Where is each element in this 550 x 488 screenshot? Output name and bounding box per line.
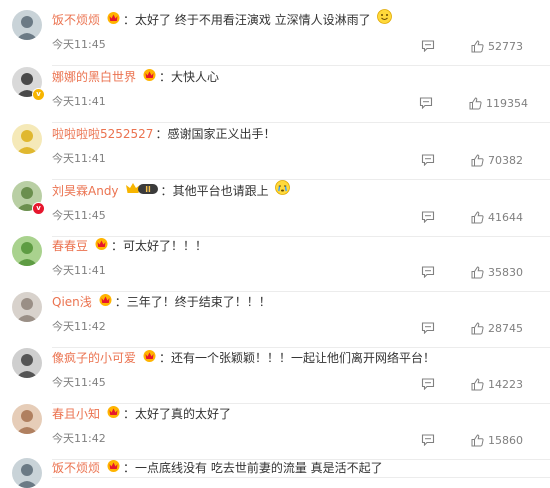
comment-text: 大快人心 [171, 70, 220, 84]
like-count: 41644 [488, 210, 523, 224]
username-link[interactable]: 饭不烦烦 [52, 13, 100, 27]
thumbs-up-icon [469, 96, 486, 110]
comment-text: 还有一个张颖颖！！！一起让他们离开网络平台！ [171, 351, 436, 365]
colon-separator: ： [159, 351, 172, 365]
comment-time: 今天11:42 [52, 320, 106, 333]
verified-badge-icon: v [32, 88, 45, 101]
crown-badge-icon [106, 404, 121, 424]
thumbs-up-icon [471, 39, 488, 53]
comment-item: 啦啦啦啦5252527 ：感谢国家正义出手！ 今天11:41 70382 [0, 124, 550, 180]
comment-item: 春且小知 ：太好了真的太好了今天11:42 15860 [0, 404, 550, 460]
colon-separator: ： [155, 127, 168, 141]
verified-badge-icon: v [32, 202, 45, 215]
comment-text: 太好了真的太好了 [135, 407, 232, 421]
comment-item: 春春豆 ：可太好了！！！ 今天11:41 35830 [0, 236, 550, 292]
avatar[interactable] [12, 404, 42, 434]
username-link[interactable]: 像疯子的小可爱 [52, 351, 136, 365]
thumbs-up-icon [471, 153, 488, 167]
like-button[interactable]: 119354 [469, 97, 528, 110]
crown-badge-icon [106, 10, 121, 30]
username-link[interactable]: Qien浅 [52, 295, 92, 309]
like-count: 28745 [488, 321, 523, 335]
comment-time: 今天11:45 [52, 376, 106, 389]
thumbs-up-icon [471, 321, 488, 335]
crown-badge-icon [142, 348, 157, 368]
colon-separator: ： [123, 407, 136, 421]
comment-item: v 刘昊霖Andy II ：其他平台也请跟上今天11:45 41644 [0, 180, 550, 237]
like-count: 15860 [488, 433, 523, 447]
avatar[interactable] [12, 10, 42, 40]
comment-item: Qien浅 ：三年了！终于结束了！！！ 今天11:42 28745 [0, 292, 550, 348]
avatar[interactable] [12, 124, 42, 154]
colon-separator: ： [111, 239, 124, 253]
comment-item: 饭不烦烦 ：太好了 终于不用看汪演戏 立深情人设淋雨了今天11:45 52773 [0, 9, 550, 66]
comment-time: 今天11:41 [52, 264, 106, 277]
comment-icon[interactable] [421, 266, 435, 279]
comment-text: 可太好了！！！ [123, 239, 208, 253]
avatar[interactable] [12, 348, 42, 378]
smile-emoji-icon [376, 9, 392, 30]
comment-icon[interactable] [421, 211, 435, 224]
comment-time: 今天11:45 [52, 209, 106, 222]
avatar[interactable] [12, 458, 42, 488]
like-count: 52773 [488, 39, 523, 53]
like-button[interactable]: 41644 [471, 211, 528, 224]
like-button[interactable]: 70382 [471, 154, 528, 167]
like-count: 70382 [488, 153, 523, 167]
colon-separator: ： [114, 295, 127, 309]
like-count: 35830 [488, 265, 523, 279]
colon-separator: ： [123, 13, 136, 27]
thumbs-up-icon [471, 265, 488, 279]
avatar[interactable] [12, 236, 42, 266]
comment-icon[interactable] [421, 40, 435, 53]
comment-icon[interactable] [421, 434, 435, 447]
like-button[interactable]: 35830 [471, 266, 528, 279]
crown-badge-icon [142, 67, 157, 87]
username-link[interactable]: 饭不烦烦 [52, 461, 100, 475]
colon-separator: ： [160, 184, 173, 198]
colon-separator: ： [123, 461, 136, 475]
username-link[interactable]: 娜娜的黑白世界 [52, 70, 136, 84]
comment-text: 感谢国家正义出手！ [167, 127, 276, 141]
like-button[interactable]: 15860 [471, 434, 528, 447]
comment-text: 其他平台也请跟上 [172, 184, 269, 198]
like-button[interactable]: 52773 [471, 40, 528, 53]
comment-item: 像疯子的小可爱 ：还有一个张颖颖！！！一起让他们离开网络平台！ 今天11:45 142… [0, 348, 550, 404]
like-count: 119354 [486, 96, 528, 110]
username-link[interactable]: 啦啦啦啦5252527 [52, 127, 153, 141]
comment-time: 今天11:41 [52, 152, 106, 165]
comment-time: 今天11:41 [52, 95, 106, 108]
vip-badge-icon: II [125, 181, 159, 201]
comment-icon[interactable] [421, 378, 435, 391]
comment-time: 今天11:42 [52, 432, 106, 445]
username-link[interactable]: 春且小知 [52, 407, 100, 421]
comment-text: 太好了 终于不用看汪演戏 立深情人设淋雨了 [135, 13, 371, 27]
like-button[interactable]: 14223 [471, 378, 528, 391]
crown-badge-icon [94, 236, 109, 256]
comment-text: 一点底线没有 吃去世前妻的流量 真是活不起了 [135, 461, 383, 475]
like-button[interactable]: 28745 [471, 322, 528, 335]
crown-badge-icon [98, 292, 113, 312]
username-link[interactable]: 春春豆 [52, 239, 88, 253]
colon-separator: ： [159, 70, 172, 84]
like-count: 14223 [488, 377, 523, 391]
avatar[interactable] [12, 292, 42, 322]
comment-time: 今天11:45 [52, 38, 106, 51]
thumbs-up-icon [471, 210, 488, 224]
cry-emoji-icon [274, 180, 290, 201]
comment-list: 饭不烦烦 ：太好了 终于不用看汪演戏 立深情人设淋雨了 今天11:45 52773 v 娜… [0, 0, 550, 488]
comment-icon[interactable] [421, 154, 435, 167]
comment-item: v 娜娜的黑白世界 ：大快人心今天11:41 119354 [0, 67, 550, 123]
svg-text:II: II [145, 185, 151, 194]
comment-text: 三年了！终于结束了！！！ [126, 295, 271, 309]
comment-icon[interactable] [419, 97, 433, 110]
username-link[interactable]: 刘昊霖Andy [52, 184, 119, 198]
comment-item: 饭不烦烦 ：一点底线没有 吃去世前妻的流量 真是活不起了 [0, 458, 550, 488]
comment-icon[interactable] [421, 322, 435, 335]
thumbs-up-icon [471, 433, 488, 447]
thumbs-up-icon [471, 377, 488, 391]
